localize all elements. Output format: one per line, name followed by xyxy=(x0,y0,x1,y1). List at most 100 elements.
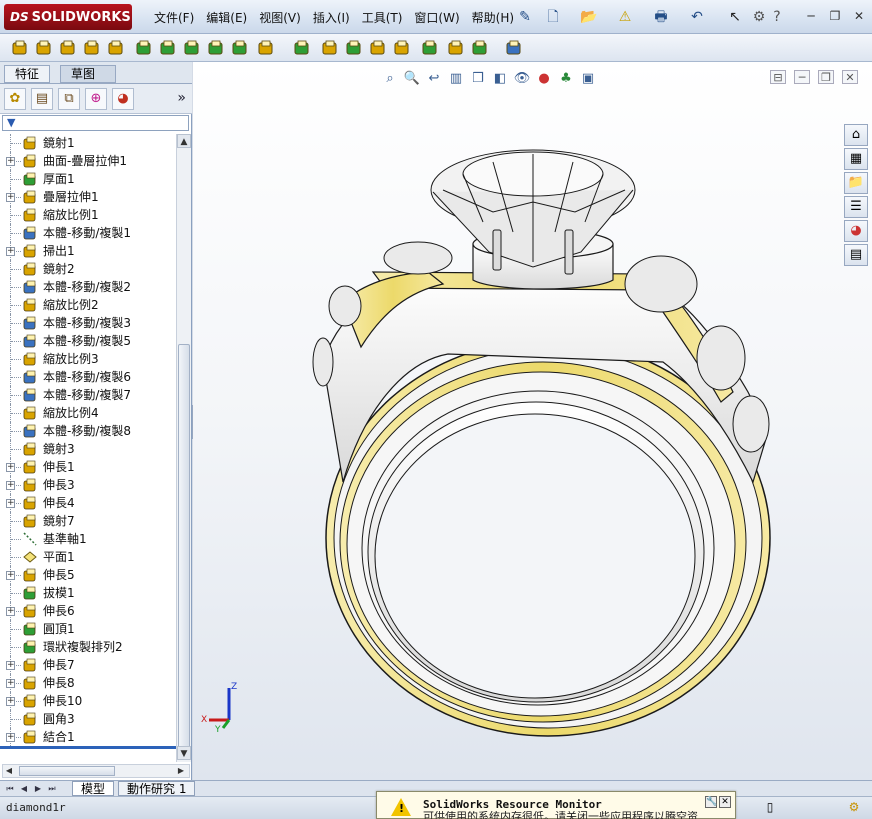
status-tray-icon[interactable]: ▯ xyxy=(762,800,778,816)
tree-item[interactable]: 縮放比例3 xyxy=(0,350,176,368)
tree-horizontal-scrollbar[interactable]: ◀ ▶ xyxy=(2,764,190,778)
tool-draft-icon[interactable] xyxy=(344,38,364,58)
scroll-right-icon[interactable]: ▶ xyxy=(175,765,187,777)
more-tabs-icon[interactable]: » xyxy=(177,90,186,106)
tree-item[interactable]: + 疊層拉伸1 xyxy=(0,188,176,206)
tree-item[interactable]: + 結合1 xyxy=(0,728,176,746)
select-icon[interactable]: ↖ xyxy=(726,8,744,26)
tool-sweep-cut-icon[interactable] xyxy=(182,38,202,58)
restore-icon[interactable]: ❐ xyxy=(826,8,844,24)
expand-toggle-icon[interactable]: + xyxy=(6,679,15,688)
graphics-area[interactable]: ⌕ 🔍 ↩ ▥ ❒ ◧ 👁 ● ♣ ▣ ⊟ ─ ❐ ✕ ⌂ ▦ 📁 ☰ ◕ ▤ … xyxy=(193,62,872,780)
tree-item[interactable]: + 伸長4 xyxy=(0,494,176,512)
last-tab-icon[interactable]: ⏭ xyxy=(46,782,58,795)
tool-revolve-cut-icon[interactable] xyxy=(158,38,178,58)
tool-wrap-icon[interactable] xyxy=(392,38,412,58)
zoom-area-icon[interactable]: 🔍 xyxy=(403,70,421,88)
tool-boundary-icon[interactable] xyxy=(106,38,126,58)
tool-reference-geometry-icon[interactable] xyxy=(446,38,466,58)
tool-boundary-cut-icon[interactable] xyxy=(230,38,250,58)
menu-help[interactable]: 帮助(H) xyxy=(466,9,520,27)
expand-toggle-icon[interactable]: + xyxy=(6,571,15,580)
tree-item[interactable]: + 伸長8 xyxy=(0,674,176,692)
scroll-up-icon[interactable]: ▲ xyxy=(177,134,191,148)
design-library-icon[interactable]: ▦ xyxy=(844,148,868,170)
tool-fillet-icon[interactable] xyxy=(256,38,276,58)
tab-model[interactable]: 模型 xyxy=(72,781,115,796)
tree-item[interactable]: 本體-移動/複製6 xyxy=(0,368,176,386)
view-orientation-icon[interactable]: ❒ xyxy=(469,70,487,88)
expand-toggle-icon[interactable]: + xyxy=(6,697,15,706)
tree-filter[interactable]: ▼ xyxy=(2,115,189,131)
notice-close-icon[interactable]: ✕ xyxy=(719,796,731,808)
notice-options-icon[interactable]: 🔧 xyxy=(705,796,717,808)
tree-item[interactable]: 拔模1 xyxy=(0,584,176,602)
display-style-icon[interactable]: ◧ xyxy=(491,70,509,88)
expand-toggle-icon[interactable]: + xyxy=(6,247,15,256)
next-tab-icon[interactable]: ▶ xyxy=(32,782,44,795)
tool-loft-icon[interactable] xyxy=(82,38,102,58)
tree-item[interactable]: 本體-移動/複製5 xyxy=(0,332,176,350)
tree-item[interactable]: + 曲面-疊層拉伸1 xyxy=(0,152,176,170)
open-icon[interactable]: 📂 xyxy=(580,8,598,26)
viewport-restore-icon[interactable]: ❐ xyxy=(818,70,834,84)
configuration-manager-icon[interactable]: ⧉ xyxy=(58,88,80,110)
tree-item[interactable]: 縮放比例1 xyxy=(0,206,176,224)
print-icon[interactable]: 🖶 xyxy=(652,8,670,26)
tool-dome-icon[interactable] xyxy=(420,38,440,58)
tool-loft-cut-icon[interactable] xyxy=(206,38,226,58)
custom-properties-icon[interactable]: ▤ xyxy=(844,244,868,266)
tree-item[interactable]: 平面1 xyxy=(0,548,176,566)
prev-tab-icon[interactable]: ◀ xyxy=(18,782,30,795)
zoom-to-fit-icon[interactable]: ⌕ xyxy=(381,70,399,88)
viewport-close-icon[interactable]: ✕ xyxy=(842,70,858,84)
tool-extrude-boss-icon[interactable] xyxy=(10,38,30,58)
tab-motion-study[interactable]: 動作研究 1 xyxy=(118,781,196,796)
tree-item[interactable]: 鏡射7 xyxy=(0,512,176,530)
tree-item[interactable]: + 伸長1 xyxy=(0,458,176,476)
rollback-bar[interactable] xyxy=(0,746,176,749)
view-palette-icon[interactable]: ☰ xyxy=(844,196,868,218)
tool-sweep-icon[interactable] xyxy=(58,38,78,58)
tree-item[interactable]: 本體-移動/複製2 xyxy=(0,278,176,296)
rebuild-warning-icon[interactable]: ⚠ xyxy=(616,8,634,26)
tree-item[interactable]: 本體-移動/複製8 xyxy=(0,422,176,440)
hide-show-icon[interactable]: 👁 xyxy=(513,70,531,88)
solidworks-logo[interactable]: DS SOLIDWORKS xyxy=(4,4,132,30)
expand-toggle-icon[interactable]: + xyxy=(6,481,15,490)
undo-icon[interactable]: ↶ xyxy=(688,8,706,26)
options-icon[interactable]: ⚙ xyxy=(750,8,768,26)
appearances-icon[interactable]: ◕ xyxy=(844,220,868,242)
expand-toggle-icon[interactable]: + xyxy=(6,607,15,616)
tree-item[interactable]: 厚面1 xyxy=(0,170,176,188)
resource-monitor-popup[interactable]: ! SolidWorks Resource Monitor 可供使用的系统内存很… xyxy=(376,791,736,819)
property-manager-icon[interactable]: ▤ xyxy=(31,88,53,110)
tree-item[interactable]: 縮放比例4 xyxy=(0,404,176,422)
tree-item[interactable]: 縮放比例2 xyxy=(0,296,176,314)
tree-item[interactable]: + 伸長7 xyxy=(0,656,176,674)
menu-edit[interactable]: 编辑(E) xyxy=(200,9,253,27)
expand-toggle-icon[interactable]: + xyxy=(6,499,15,508)
feature-manager-icon[interactable]: ✿ xyxy=(4,88,26,110)
tree-item[interactable]: + 伸長6 xyxy=(0,602,176,620)
close-icon[interactable]: ✕ xyxy=(850,8,868,24)
expand-toggle-icon[interactable]: + xyxy=(6,463,15,472)
minimize-icon[interactable]: ─ xyxy=(802,8,820,24)
tree-item[interactable]: + 掃出1 xyxy=(0,242,176,260)
tree-item[interactable]: + 伸長5 xyxy=(0,566,176,584)
menu-window[interactable]: 窗口(W) xyxy=(408,9,465,27)
tree-item[interactable]: 鏡射1 xyxy=(0,134,176,152)
home-icon[interactable]: ⌂ xyxy=(844,124,868,146)
section-view-icon[interactable]: ▥ xyxy=(447,70,465,88)
tree-item[interactable]: 本體-移動/複製7 xyxy=(0,386,176,404)
first-tab-icon[interactable]: ⏮ xyxy=(4,782,16,795)
tool-rib-icon[interactable] xyxy=(320,38,340,58)
tree-item[interactable]: + 伸長3 xyxy=(0,476,176,494)
tree-item[interactable]: 本體-移動/複製3 xyxy=(0,314,176,332)
display-manager-icon[interactable]: ◕ xyxy=(112,88,134,110)
previous-view-icon[interactable]: ↩ xyxy=(425,70,443,88)
tool-extrude-cut-icon[interactable] xyxy=(134,38,154,58)
scroll-left-icon[interactable]: ◀ xyxy=(3,765,15,777)
file-explorer-icon[interactable]: 📁 xyxy=(844,172,868,194)
rebuild-status-icon[interactable]: ⚙ xyxy=(846,800,862,816)
